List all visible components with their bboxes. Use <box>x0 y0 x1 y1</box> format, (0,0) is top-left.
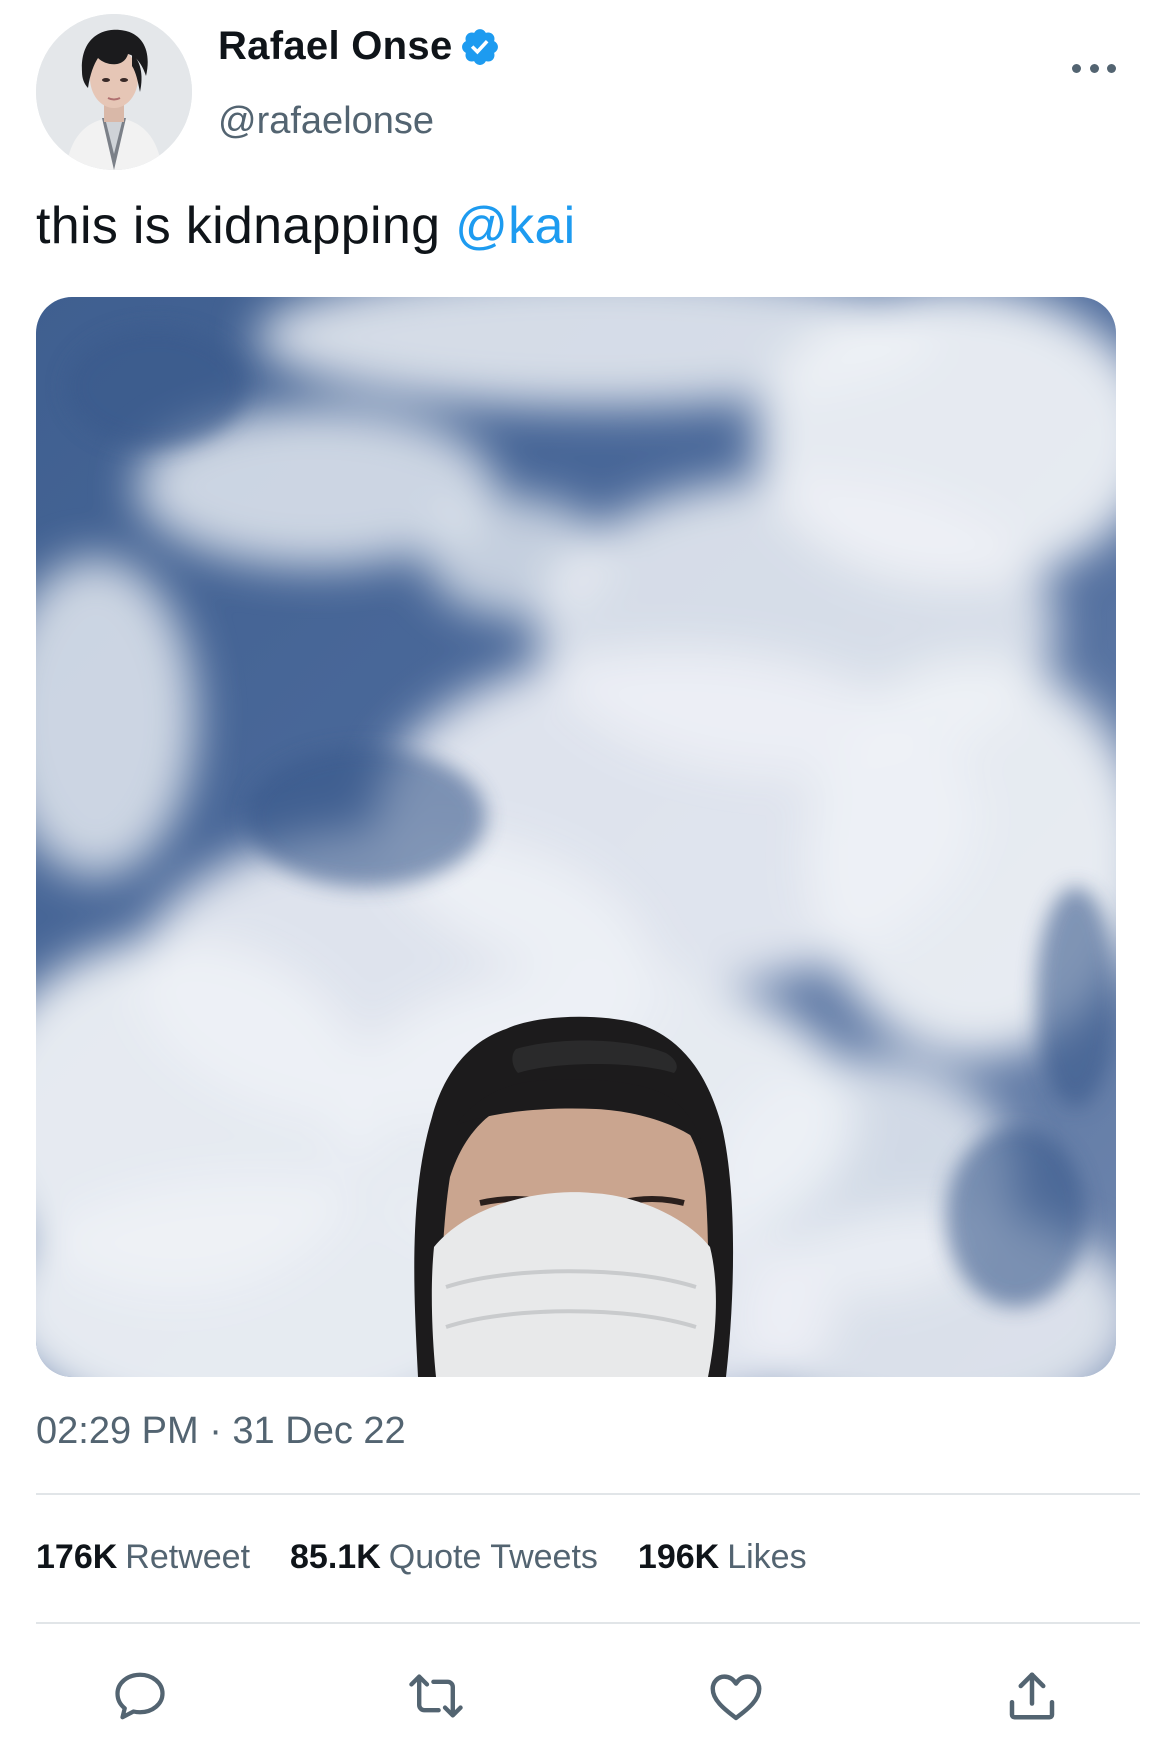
divider <box>36 1622 1140 1624</box>
quote-tweets-label: Quote Tweets <box>388 1538 598 1576</box>
verified-badge-icon <box>459 26 501 68</box>
tweet-body: this is kidnapping <box>36 197 456 255</box>
quote-tweets-count: 85.1K <box>290 1538 381 1576</box>
tweet-header: Rafael Onse @rafaelonse <box>36 14 1136 174</box>
quote-tweets-stat[interactable]: 85.1K Quote Tweets <box>290 1538 598 1577</box>
divider <box>36 1493 1140 1495</box>
dot <box>1107 63 1116 73</box>
retweets-stat[interactable]: 176K Retweet <box>36 1538 250 1577</box>
reply-icon[interactable] <box>104 1660 176 1732</box>
likes-stat[interactable]: 196K Likes <box>638 1538 807 1577</box>
engagement-stats: 176K Retweet 85.1K Quote Tweets 196K Likes <box>36 1538 847 1577</box>
heart-icon[interactable] <box>700 1660 772 1732</box>
avatar[interactable] <box>36 14 192 170</box>
dot <box>1089 63 1099 73</box>
likes-label: Likes <box>727 1538 807 1576</box>
action-bar <box>0 1660 1170 1732</box>
likes-count: 196K <box>637 1538 720 1576</box>
retweets-label: Retweet <box>125 1538 251 1576</box>
retweets-count: 176K <box>36 1538 118 1576</box>
tweet-text: this is kidnapping @kai <box>36 196 576 256</box>
dot <box>1072 63 1081 73</box>
share-icon[interactable] <box>996 1660 1068 1732</box>
person-silhouette <box>414 1016 734 1377</box>
mention-link[interactable]: @kai <box>455 197 575 255</box>
handle[interactable]: @rafaelonse <box>218 100 434 143</box>
retweet-icon[interactable] <box>400 1660 472 1732</box>
display-name[interactable]: Rafael Onse <box>218 24 453 69</box>
name-row: Rafael Onse <box>218 24 501 69</box>
tweet-timestamp[interactable]: 02:29 PM · 31 Dec 22 <box>36 1410 406 1453</box>
more-options-icon[interactable] <box>1072 58 1116 78</box>
tweet-photo[interactable] <box>36 297 1116 1377</box>
